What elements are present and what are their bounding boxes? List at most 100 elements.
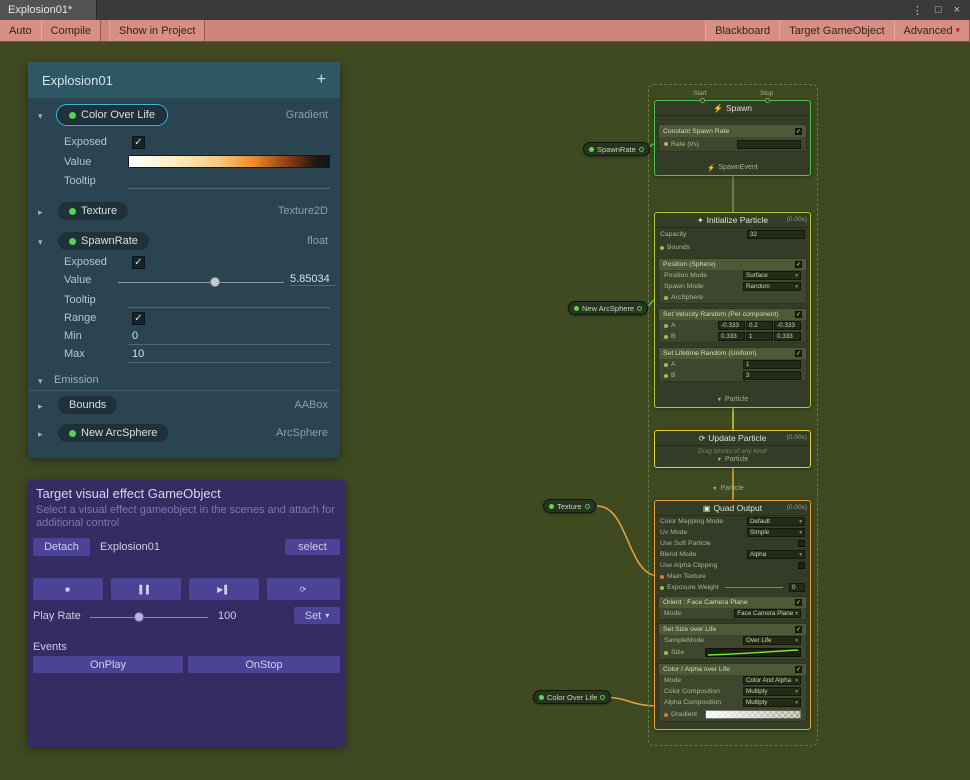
chevron-down-icon[interactable]: ▾ bbox=[38, 376, 43, 387]
stop-button[interactable]: ■ bbox=[33, 578, 103, 600]
target-gameobject-toggle-button[interactable]: Target GameObject bbox=[779, 20, 894, 41]
block-enabled-checkbox[interactable]: ✓ bbox=[795, 311, 802, 318]
orient-block[interactable]: Orient : Face Camera Plane ✓ Mode Face C… bbox=[658, 596, 807, 620]
exposed-checkbox[interactable]: ✓ bbox=[132, 256, 145, 269]
show-in-project-button[interactable]: Show in Project bbox=[109, 20, 205, 41]
a-x-input[interactable]: -0.333 bbox=[718, 321, 745, 330]
range-checkbox[interactable]: ✓ bbox=[132, 312, 145, 325]
set-velocity-random-block[interactable]: Set Velocity Random (Per component) ✓ A … bbox=[658, 308, 807, 343]
update-node-header[interactable]: ⟳ Update Particle (0.00x) bbox=[655, 431, 810, 446]
quad-node-header[interactable]: ▣ Quad Output (0.00x) bbox=[655, 501, 810, 516]
param-spawnrate[interactable]: SpawnRate bbox=[58, 232, 149, 250]
min-input[interactable] bbox=[128, 330, 330, 345]
pause-button[interactable]: ▌▌ bbox=[111, 578, 181, 600]
param-bounds[interactable]: Bounds bbox=[58, 396, 117, 414]
new-arcsphere-parameter-node[interactable]: New ArcSphere bbox=[568, 301, 648, 315]
param-new-arcsphere[interactable]: New ArcSphere bbox=[58, 424, 168, 442]
category-emission-label[interactable]: Emission bbox=[54, 374, 99, 386]
value-input[interactable]: 5.85034 bbox=[290, 273, 336, 286]
update-particle-node[interactable]: ⟳ Update Particle (0.00x) Drag blocks of… bbox=[654, 430, 811, 468]
position-sphere-block[interactable]: Position (Sphere) ✓ Position Mode Surfac… bbox=[658, 258, 807, 304]
bounds-port-dot[interactable] bbox=[660, 246, 664, 250]
color-over-life-output-port[interactable] bbox=[600, 695, 605, 700]
texture-output-port[interactable] bbox=[585, 504, 590, 509]
window-close-icon[interactable]: × bbox=[954, 4, 960, 16]
quad-input-port-label[interactable]: ▼ Particle bbox=[712, 485, 744, 492]
color-over-life-parameter-node[interactable]: Color Over Life bbox=[533, 690, 611, 704]
use-alpha-clipping-checkbox[interactable] bbox=[798, 562, 805, 569]
b-port-dot[interactable] bbox=[664, 374, 668, 378]
max-input[interactable] bbox=[128, 348, 330, 363]
block-enabled-checkbox[interactable]: ✓ bbox=[795, 666, 802, 673]
a-z-input[interactable]: -0.333 bbox=[774, 321, 801, 330]
chevron-right-icon[interactable]: ▸ bbox=[38, 207, 43, 218]
restart-button[interactable]: ⟳ bbox=[267, 578, 340, 600]
step-button[interactable]: ▶▌ bbox=[189, 578, 259, 600]
sample-mode-dropdown[interactable]: Over Life▾ bbox=[743, 636, 801, 645]
alpha-composition-dropdown[interactable]: Multiply▾ bbox=[743, 698, 801, 707]
block-enabled-checkbox[interactable]: ✓ bbox=[795, 261, 802, 268]
target-gameobject-panel[interactable]: Target visual effect GameObject Select a… bbox=[28, 480, 345, 747]
constant-spawn-rate-block[interactable]: Constant Spawn Rate ✓ Rate (t/s) bbox=[658, 124, 807, 152]
chevron-right-icon[interactable]: ▸ bbox=[38, 401, 43, 412]
window-tab-explosion01[interactable]: Explosion01* bbox=[0, 0, 97, 20]
block-enabled-checkbox[interactable]: ✓ bbox=[795, 350, 802, 357]
b-port-dot[interactable] bbox=[664, 335, 668, 339]
update-particle-output[interactable]: ▼ Particle bbox=[655, 454, 810, 465]
a-port-dot[interactable] bbox=[664, 324, 668, 328]
exposure-weight-port-dot[interactable] bbox=[660, 586, 664, 590]
tooltip-input[interactable] bbox=[128, 294, 330, 308]
position-mode-dropdown[interactable]: Surface▾ bbox=[743, 271, 801, 280]
main-texture-port-dot[interactable] bbox=[660, 575, 664, 579]
play-rate-value[interactable]: 100 bbox=[218, 610, 236, 622]
set-play-rate-button[interactable]: Set ▾ bbox=[294, 607, 340, 624]
new-arcsphere-output-port[interactable] bbox=[637, 306, 642, 311]
blackboard-panel[interactable]: Explosion01 + ▾ Color Over Life Gradient… bbox=[28, 62, 340, 458]
color-alpha-over-life-block[interactable]: Color / Alpha over Life ✓ Mode Color And… bbox=[658, 663, 807, 722]
spawnrate-output-port[interactable] bbox=[639, 147, 644, 152]
chevron-right-icon[interactable]: ▸ bbox=[38, 429, 43, 440]
b-z-input[interactable]: 0.333 bbox=[774, 332, 801, 341]
a-input[interactable]: 1 bbox=[743, 360, 801, 369]
value-slider[interactable] bbox=[118, 282, 284, 283]
use-soft-particle-checkbox[interactable] bbox=[798, 540, 805, 547]
onstop-button[interactable]: OnStop bbox=[188, 656, 340, 673]
texture-parameter-node[interactable]: Texture bbox=[543, 499, 596, 513]
play-rate-slider-handle[interactable] bbox=[134, 612, 144, 622]
detach-button[interactable]: Detach bbox=[33, 538, 90, 556]
exposure-weight-slider[interactable] bbox=[725, 587, 783, 588]
gradient-preview[interactable] bbox=[128, 155, 330, 168]
set-lifetime-random-block[interactable]: Set Lifetime Random (Uniform) ✓ A 1 B 3 bbox=[658, 347, 807, 382]
b-y-input[interactable]: 1 bbox=[746, 332, 773, 341]
compile-button[interactable]: Compile bbox=[41, 20, 101, 41]
size-curve-field[interactable] bbox=[705, 648, 801, 657]
spawn-node-header[interactable]: ⚡ Spawn bbox=[655, 101, 810, 116]
blend-mode-dropdown[interactable]: Alpha▾ bbox=[747, 550, 805, 559]
block-enabled-checkbox[interactable]: ✓ bbox=[795, 599, 802, 606]
exposed-checkbox[interactable]: ✓ bbox=[132, 136, 145, 149]
window-maximize-icon[interactable]: □ bbox=[935, 4, 942, 16]
spawn-context-node[interactable]: Start Stop ⚡ Spawn Constant Spawn Rate ✓… bbox=[654, 100, 811, 176]
play-rate-slider[interactable] bbox=[90, 617, 208, 618]
initialize-node-header[interactable]: ✦ Initialize Particle (0.00x) bbox=[655, 213, 810, 228]
initialize-particle-output[interactable]: ▼ Particle bbox=[655, 394, 810, 405]
a-y-input[interactable]: 0.2 bbox=[746, 321, 773, 330]
blackboard-toggle-button[interactable]: Blackboard bbox=[705, 20, 780, 41]
param-color-over-life[interactable]: Color Over Life bbox=[58, 106, 166, 124]
spawnevent-output[interactable]: ⚡ SpawnEvent bbox=[655, 162, 810, 173]
graph-canvas[interactable]: Start Stop ⚡ Spawn Constant Spawn Rate ✓… bbox=[0, 42, 970, 780]
a-port-dot[interactable] bbox=[664, 363, 668, 367]
advanced-dropdown-button[interactable]: Advanced ▾ bbox=[894, 20, 970, 41]
color-mapping-mode-dropdown[interactable]: Default▾ bbox=[747, 517, 805, 526]
size-port-dot[interactable] bbox=[664, 651, 668, 655]
rate-port-dot[interactable] bbox=[664, 142, 668, 146]
orient-mode-dropdown[interactable]: Face Camera Plane▾ bbox=[734, 609, 801, 618]
gradient-port-dot[interactable] bbox=[664, 713, 668, 717]
b-x-input[interactable]: 0.333 bbox=[718, 332, 745, 341]
block-enabled-checkbox[interactable]: ✓ bbox=[795, 626, 802, 633]
block-enabled-checkbox[interactable]: ✓ bbox=[795, 128, 802, 135]
chevron-down-icon[interactable]: ▾ bbox=[38, 111, 43, 122]
onplay-button[interactable]: OnPlay bbox=[33, 656, 183, 673]
param-texture[interactable]: Texture bbox=[58, 202, 128, 220]
capacity-input[interactable]: 32 bbox=[747, 230, 805, 239]
